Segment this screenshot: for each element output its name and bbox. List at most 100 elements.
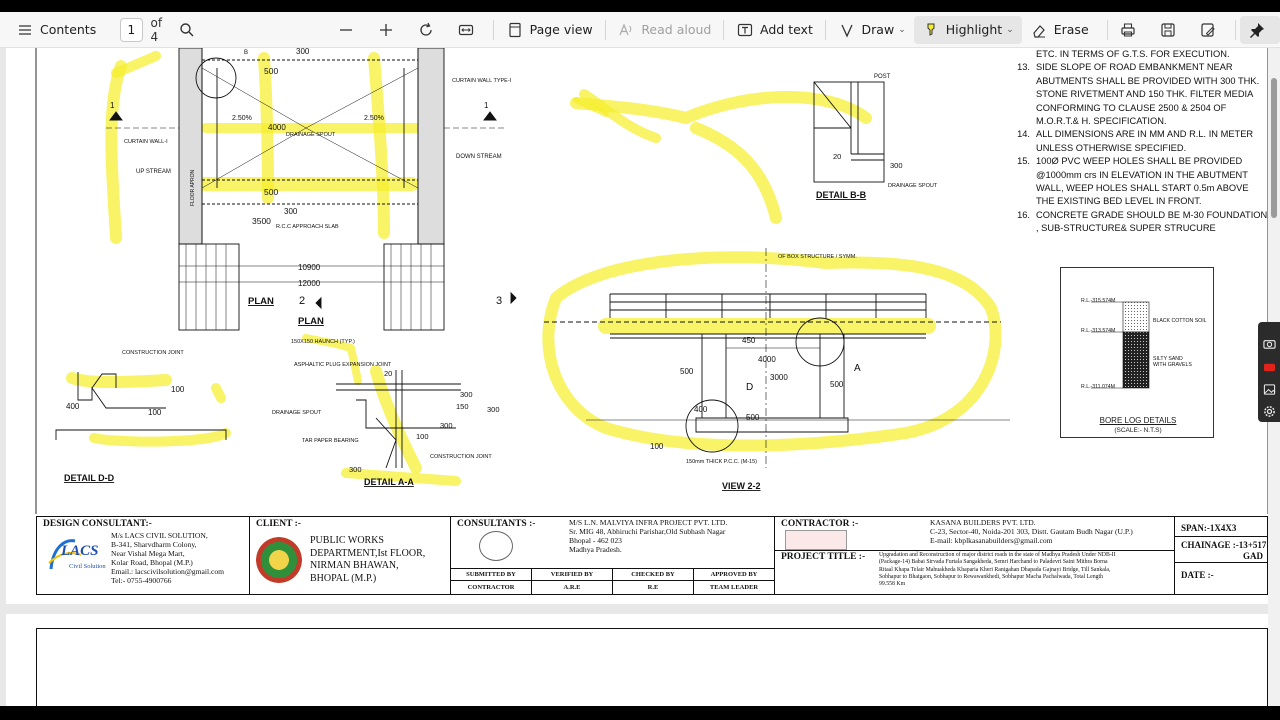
page-view-label: Page view — [529, 22, 593, 37]
bb-label: DETAIL B-B — [816, 190, 867, 200]
plan-dim-4000: 4000 — [268, 123, 286, 132]
plan-dim-500-top: 500 — [264, 66, 278, 76]
client-line: PUBLIC WORKS — [310, 535, 384, 546]
dd-dim-100-b: 100 — [148, 408, 162, 417]
aa-construction-joint: CONSTRUCTION JOINT — [430, 454, 492, 460]
dd-dim-100-a: 100 — [171, 385, 185, 394]
aa-dim-300-b: 300 — [487, 405, 500, 414]
fit-width-icon — [457, 21, 475, 39]
print-button[interactable] — [1111, 16, 1151, 44]
design-consultant-line: Tel:- 0755-4900766 — [111, 576, 172, 585]
document-viewer[interactable]: 300 500 4000 500 300 3500 10900 12000 2.… — [0, 48, 1280, 706]
add-text-icon — [736, 21, 754, 39]
bore-log-diagram — [1091, 301, 1150, 389]
settings-icon[interactable] — [1262, 404, 1276, 418]
consultants-head: CONSULTANTS :- — [457, 519, 536, 529]
aa-asphaltic: ASPHALTIC PLUG EXPANSION JOINT — [294, 362, 392, 368]
page-count: of 4 — [150, 15, 163, 44]
date-label: DATE :- — [1181, 570, 1214, 580]
client-head: CLIENT :- — [256, 519, 301, 529]
bb-dim-20: 20 — [833, 152, 841, 161]
page-view-button[interactable]: Page view — [498, 16, 601, 44]
search-button[interactable] — [170, 16, 210, 44]
gallery-icon[interactable] — [1262, 382, 1276, 396]
record-icon[interactable] — [1262, 360, 1276, 374]
note-number: 16. — [1017, 209, 1030, 220]
v22-label: VIEW 2-2 — [722, 481, 761, 491]
side-tools-panel — [1258, 322, 1280, 422]
design-consultant-line: Email.: lacscivilsolution@gmail.com — [111, 567, 225, 576]
detail-dd-labels: CONSTRUCTION JOINT 100 400 100 DETAIL D-… — [64, 350, 185, 483]
signature-column: VERIFIED BY A.R.E — [532, 569, 613, 594]
plan-dim-500-bot: 500 — [264, 187, 278, 197]
window-bottom-edge — [0, 706, 1280, 720]
contractor-line: C-23, Sector-40, Noida-201 303, Distt. G… — [930, 527, 1133, 536]
span-value: SPAN:-1X4X3 — [1181, 523, 1237, 533]
bore-layer-2: SILTY SAND WITH GRAVELS — [1153, 356, 1192, 368]
note-item: 14. ALL DIMENSIONS ARE IN MM AND R.L. IN … — [1010, 128, 1268, 155]
project-title-head: PROJECT TITLE :- — [781, 552, 866, 562]
bb-drainage-spout: DRAINAGE SPOUT — [888, 183, 938, 189]
zoom-out-icon — [337, 21, 355, 39]
lacs-logo: LACS Civil Solution — [45, 533, 107, 577]
design-consultant-cell: DESIGN CONSULTANT:- LACS Civil Solution … — [37, 517, 250, 594]
rotate-button[interactable] — [409, 16, 449, 44]
zoom-out-button[interactable] — [329, 16, 369, 44]
draw-button[interactable]: Draw ⌄ — [830, 16, 914, 44]
design-consultant-line: Near Vishal Mega Mart, — [111, 549, 185, 558]
save-icon — [1159, 21, 1177, 39]
contractor-line: KASANA BUILDERS PVT. LTD. — [930, 518, 1036, 527]
plan-curtain-wall-right: CURTAIN WALL TYPE-I — [452, 78, 512, 84]
aa-tar-paper: TAR PAPER BEARING — [302, 438, 359, 444]
contents-button[interactable]: Contents — [8, 16, 104, 44]
aa-dim-300-a: 300 — [460, 390, 473, 399]
save-as-button[interactable] — [1191, 16, 1231, 44]
fit-width-button[interactable] — [449, 16, 489, 44]
client-line: DEPARTMENT,Ist FLOOR, — [310, 547, 426, 559]
dd-label: DETAIL D-D — [64, 473, 115, 483]
erase-icon — [1030, 21, 1048, 39]
plan-section-1-right: 1 — [484, 101, 489, 110]
read-aloud-button[interactable]: Read aloud — [609, 16, 719, 44]
erase-label: Erase — [1053, 22, 1089, 37]
scrollbar-thumb[interactable] — [1271, 78, 1277, 218]
pdf-toolbar: Contents 1 of 4 Page view Read aloud Add… — [0, 12, 1280, 48]
bb-post: POST — [874, 74, 891, 80]
plan-section-2: 2 — [299, 295, 305, 307]
contractor-line: E-mail: kbplkasanabuilders@gmail.com — [930, 536, 1053, 545]
highlight-button[interactable]: Highlight ⌄ — [913, 15, 1022, 44]
save-as-icon — [1199, 21, 1217, 39]
note-number: 13. — [1017, 62, 1030, 73]
consultant-line: Bhopal - 462 023 — [569, 536, 622, 545]
aa-dim-300-c: 300 — [440, 421, 453, 430]
project-title-divider — [775, 550, 1174, 551]
lacs-logo-text: LACS — [61, 543, 99, 559]
note-number: 15. — [1017, 156, 1030, 167]
plan-section-3: 3 — [496, 295, 502, 307]
camera-icon[interactable] — [1262, 336, 1276, 350]
page-number-input[interactable]: 1 — [120, 17, 143, 42]
design-consultant-line: B-341, Sharvdharm Colony, — [111, 540, 197, 549]
chevron-down-icon[interactable]: ⌄ — [1006, 25, 1014, 35]
note-number — [1010, 48, 1036, 61]
detail-bb-labels: POST 20 300 DRAINAGE SPOUT DETAIL B-B — [816, 74, 938, 200]
bore-log-details: R.L.-315.574M BLACK COTTON SOIL R.L.-313… — [1060, 267, 1214, 438]
print-icon — [1119, 21, 1137, 39]
bore-log-scale: (SCALE:- N.T.S) — [1114, 427, 1162, 434]
toolbar-separator — [1235, 19, 1236, 40]
aa-dim-150: 150 — [456, 402, 469, 411]
pin-button[interactable] — [1239, 15, 1280, 44]
design-consultant-head: DESIGN CONSULTANT:- — [43, 519, 152, 529]
general-notes: ETC. IN TERMS OF G.T.S. FOR EXECUTION. 13… — [1010, 48, 1268, 236]
aa-haunch: 150X150 HAUNCH (TYP.) — [291, 339, 355, 345]
erase-button[interactable]: Erase — [1022, 16, 1097, 44]
note-item: 15. 100Ø PVC WEEP HOLES SHALL BE PROVIDED… — [1010, 155, 1268, 209]
save-button[interactable] — [1151, 16, 1191, 44]
add-text-button[interactable]: Add text — [728, 16, 821, 44]
plan-dim-300: 300 — [296, 48, 310, 56]
zoom-in-button[interactable] — [369, 16, 409, 44]
v22-box-structure: OF BOX STRUCTURE / SYMM. — [778, 254, 857, 260]
toolbar-separator — [604, 19, 606, 40]
chevron-down-icon[interactable]: ⌄ — [898, 25, 906, 35]
draw-label: Draw — [861, 22, 895, 37]
